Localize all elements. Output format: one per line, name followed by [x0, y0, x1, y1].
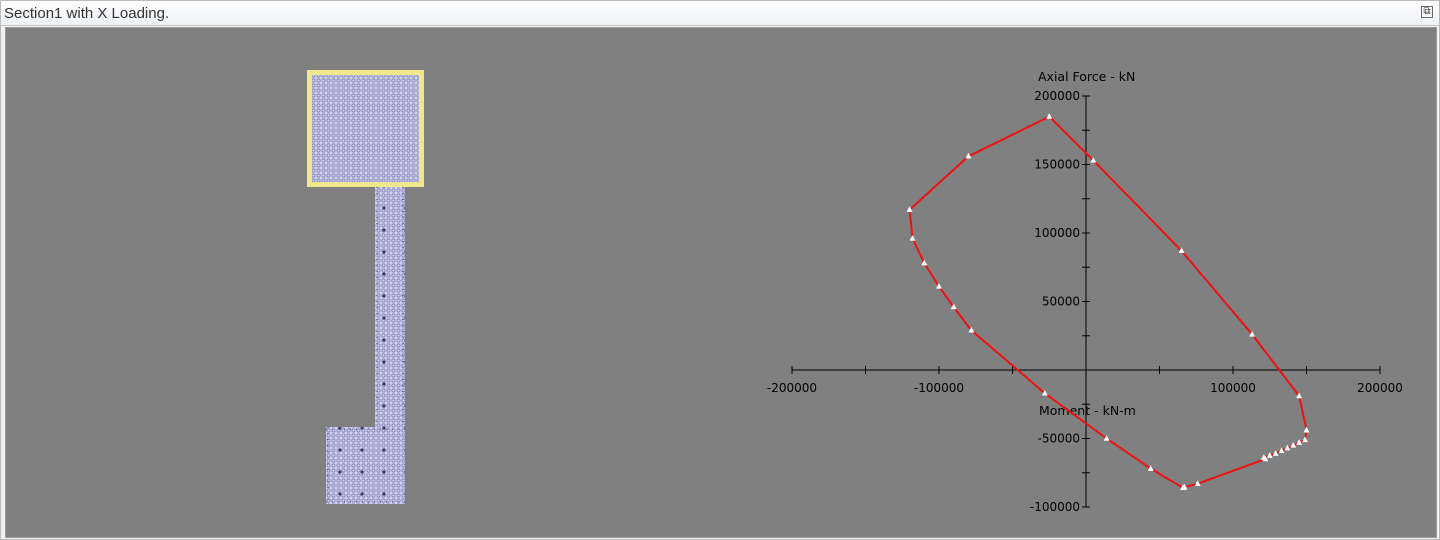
restore-icon[interactable]: ⧉	[1421, 6, 1433, 18]
y-tick-label: -100000	[1030, 500, 1080, 514]
curve-point-marker	[909, 234, 916, 241]
x-tick-label: 100000	[1210, 381, 1256, 395]
x-axis-title: Moment - kN-m	[1039, 403, 1136, 418]
x-tick-label: -100000	[914, 381, 964, 395]
y-tick-label: 50000	[1042, 295, 1080, 309]
y-tick-label: 150000	[1034, 158, 1080, 172]
app-window: Section1 with X Loading. ⧉ -200000 -1000…	[0, 0, 1440, 540]
title-bar[interactable]: Section1 with X Loading. ⧉	[1, 1, 1439, 26]
y-tick-label: 100000	[1034, 226, 1080, 240]
curve-point-marker	[1303, 426, 1310, 433]
interaction-curve-line	[908, 115, 1308, 489]
window-title: Section1 with X Loading.	[4, 5, 170, 22]
y-tick-label: 200000	[1034, 89, 1080, 103]
y-tick-label: -50000	[1037, 432, 1080, 446]
x-tick-label: 200000	[1357, 381, 1403, 395]
interaction-curve	[908, 115, 1308, 489]
curve-point-marker	[1046, 113, 1053, 119]
drawing-canvas[interactable]: -200000 -100000 100000 200000 200000 150000 10…	[5, 27, 1437, 538]
x-tick-label: -200000	[767, 381, 817, 395]
curve-point-marker	[1302, 436, 1309, 443]
y-axis-title: Axial Force - kN	[1038, 69, 1135, 84]
interaction-diagram-chart: -200000 -100000 100000 200000 200000 150000 10…	[767, 69, 1403, 514]
curve-markers	[906, 113, 1310, 491]
